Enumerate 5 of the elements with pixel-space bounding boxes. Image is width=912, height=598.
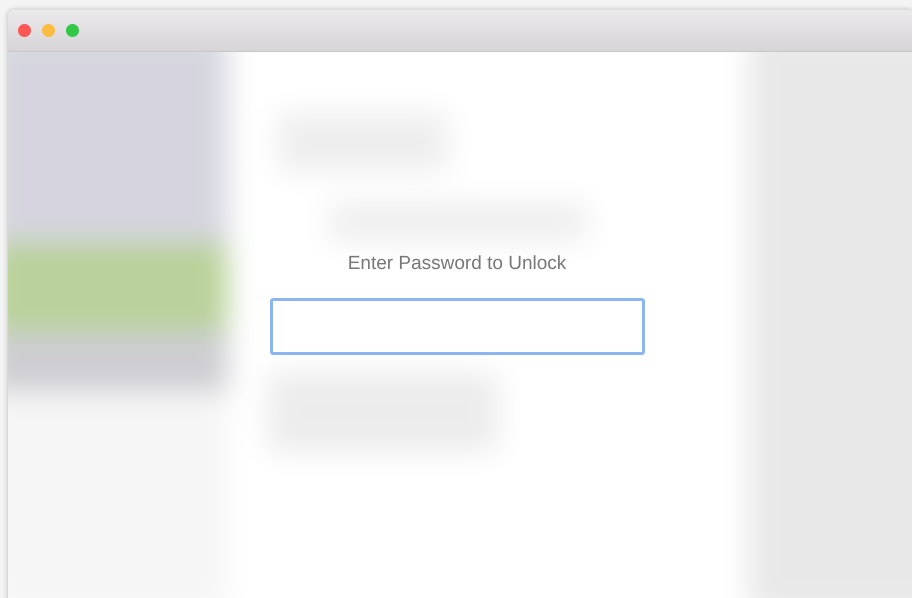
unlock-prompt: Enter Password to Unlock bbox=[348, 252, 566, 276]
minimize-button[interactable] bbox=[42, 24, 55, 37]
close-button[interactable] bbox=[18, 24, 31, 37]
password-field[interactable] bbox=[270, 298, 644, 355]
zoom-button[interactable] bbox=[66, 24, 79, 37]
